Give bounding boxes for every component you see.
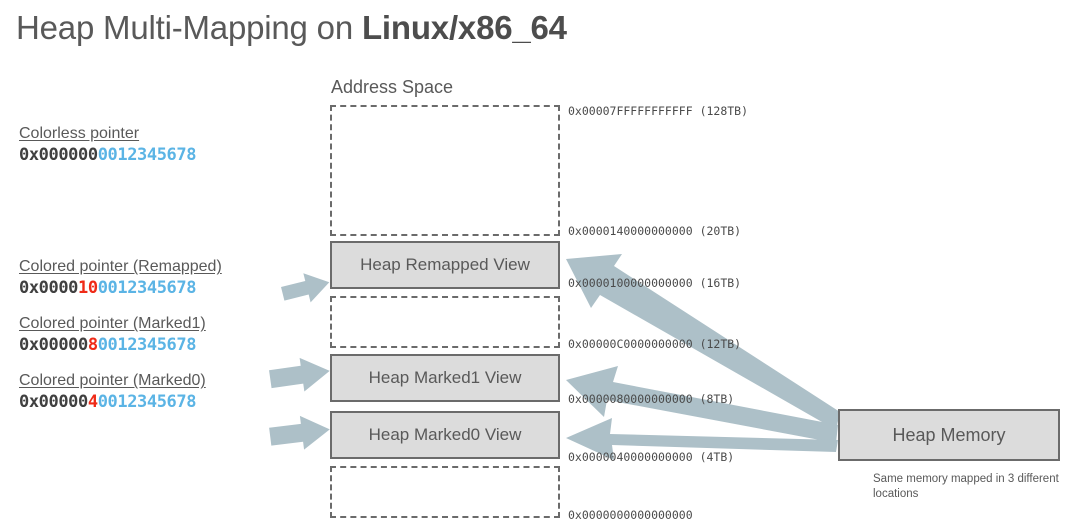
address-label-20tb-size: (20TB) (699, 224, 742, 238)
heap-memory-label: Heap Memory (892, 424, 1006, 445)
view-box-heap-marked0[interactable]: Heap Marked0 View (330, 411, 560, 459)
address-label-8tb-hex: 0x0000080000000000 (568, 392, 693, 406)
address-label-128tb-size: (128TB) (699, 104, 749, 118)
address-label-4tb: 0x0000040000000000 (4TB) (568, 450, 734, 464)
address-label-16tb: 0x0000100000000000 (16TB) (568, 276, 741, 290)
address-label-16tb-hex: 0x0000100000000000 (568, 276, 693, 290)
arrow-marked0-pointer (269, 415, 330, 450)
address-label-12tb-hex: 0x00000C0000000000 (568, 337, 693, 351)
address-label-4tb-size: (4TB) (699, 450, 735, 464)
address-label-20tb-hex: 0x0000140000000000 (568, 224, 693, 238)
address-label-8tb-size: (8TB) (699, 392, 735, 406)
address-label-20tb: 0x0000140000000000 (20TB) (568, 224, 741, 238)
view-box-heap-marked0-label: Heap Marked0 View (368, 425, 522, 444)
address-label-8tb: 0x0000080000000000 (8TB) (568, 392, 734, 406)
arrow-marked1-pointer (269, 357, 330, 392)
address-label-12tb-size: (12TB) (699, 337, 742, 351)
address-label-12tb: 0x00000C0000000000 (12TB) (568, 337, 741, 351)
view-box-heap-marked1[interactable]: Heap Marked1 View (330, 354, 560, 402)
view-box-heap-remapped-label: Heap Remapped View (360, 255, 530, 274)
heap-memory-box[interactable]: Heap Memory (838, 409, 1060, 461)
view-box-heap-remapped[interactable]: Heap Remapped View (330, 241, 560, 289)
view-box-heap-marked1-label: Heap Marked1 View (368, 368, 522, 387)
address-label-16tb-size: (16TB) (699, 276, 742, 290)
address-label-zero: 0x0000000000000000 (568, 508, 700, 522)
arrow-remapped-pointer (281, 273, 330, 303)
address-label-zero-hex: 0x0000000000000000 (568, 508, 693, 522)
diagram-canvas: Heap Multi-Mapping on Linux/x86_64 Addre… (0, 0, 1080, 526)
address-label-128tb-hex: 0x00007FFFFFFFFFFF (568, 104, 693, 118)
address-label-4tb-hex: 0x0000040000000000 (568, 450, 693, 464)
address-label-128tb: 0x00007FFFFFFFFFFF (128TB) (568, 104, 748, 118)
